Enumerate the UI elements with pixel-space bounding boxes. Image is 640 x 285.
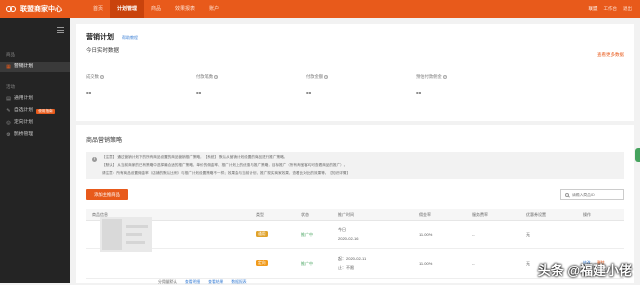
sidebar-item-general-plan[interactable]: ▤ 通用计划 (0, 94, 70, 104)
sidebar-item-marketing-plan[interactable]: ▦ 营销计划 (0, 62, 70, 72)
stat-label: 预估付款佣金 (416, 74, 442, 79)
product-thumbnail[interactable] (100, 217, 152, 252)
notice-line: 请注意：所有商品设置佣金率（店铺的默认比例）与推广计划设置策略不一样；效果会与当… (102, 171, 350, 176)
help-icon[interactable]: ? (443, 75, 447, 79)
notice-box: ! 【注意】 通过营销计划下的所有商品设置的商品营销推广策略，【系统】 默认从营… (86, 152, 624, 179)
service-rate: -- (472, 232, 475, 237)
sidebar-item-label: 自选计划 (14, 106, 33, 116)
stat-value: -- (86, 88, 104, 97)
stat-deals: 成交数? -- (86, 74, 104, 97)
sidebar-item-targeted-plan[interactable]: ◎ 定向计划 (0, 118, 70, 128)
sidebar-item-bridge-management[interactable]: ⚙ 鹊桥管理 (0, 130, 70, 140)
notice-line: 【默认】 从当前商家的已有策略中选择最合适的推广策略，单价的佣金率、推广计划上的… (102, 163, 347, 168)
realtime-title: 今日实时数据 (86, 46, 119, 54)
realtime-panel: 营销计划 帮助教程 今日实时数据 查看更多数据 成交数? -- 付款笔数? --… (76, 24, 634, 121)
doc-icon: ▤ (6, 94, 11, 104)
nav-reports[interactable]: 效果报表 (168, 0, 202, 18)
nav-home[interactable]: 首页 (86, 0, 110, 18)
product-image (102, 219, 122, 250)
column-header: 佣金率 (419, 209, 431, 221)
column-header: 状态 (301, 209, 309, 221)
sidebar-section-title: 商品 (6, 52, 15, 58)
page-title: 营销计划 (86, 32, 114, 42)
time-start: 今日 (338, 227, 346, 233)
stat-label: 付款金额 (306, 74, 323, 79)
stat-amount: 付款金额? -- (306, 74, 328, 97)
sidebar-item-custom-plan[interactable]: ✎ 自选计划 使用指南 (0, 106, 70, 116)
guide-badge[interactable]: 使用指南 (36, 109, 54, 114)
type-chip: 通用 (256, 231, 268, 237)
help-icon[interactable]: ? (324, 75, 328, 79)
nav-account[interactable]: 账户 (202, 0, 226, 18)
feedback-tab[interactable] (635, 148, 640, 162)
chart-icon: ▦ (6, 62, 11, 72)
sidebar-item-label: 营销计划 (14, 62, 33, 72)
watermark: 头条 @福建小佬 (538, 260, 632, 279)
workbench-link[interactable]: 工作台 (604, 6, 618, 12)
type-chip: 定向 (256, 260, 268, 266)
nav-plan-management[interactable]: 计划管理 (110, 0, 144, 18)
target-icon: ◎ (6, 118, 11, 128)
nav-products[interactable]: 商品 (144, 0, 168, 18)
search-input[interactable] (572, 191, 622, 199)
main-nav: 首页 计划管理 商品 效果报表 账户 (86, 0, 226, 18)
help-icon[interactable]: ? (214, 75, 218, 79)
logout-link[interactable]: 退出 (623, 6, 632, 12)
stat-value: -- (196, 88, 218, 97)
sidebar-item-label: 通用计划 (14, 94, 33, 104)
stat-value: -- (416, 88, 447, 97)
column-header: 优惠券设置 (526, 209, 546, 221)
column-header: 推广时间 (338, 209, 354, 221)
stats-row: 成交数? -- 付款笔数? -- 付款金额? -- 预估付款佣金? -- (86, 74, 526, 109)
product-title-placeholder (126, 225, 148, 228)
service-rate: -- (472, 261, 475, 266)
menu-collapse-icon[interactable] (57, 27, 64, 33)
time-end: 止：不限 (338, 265, 354, 271)
coupon-setting: 无 (526, 232, 530, 238)
sidebar-item-label: 定向计划 (14, 118, 33, 128)
help-link[interactable]: 帮助教程 (122, 35, 138, 41)
top-right-area: 联盟 工作台 退出 (589, 0, 633, 18)
commission-rate: 11.00% (419, 261, 432, 266)
stat-payments: 付款笔数? -- (196, 74, 218, 97)
product-price-placeholder (126, 241, 145, 244)
logo[interactable]: 联盟商家中心 (6, 3, 62, 15)
search-box (560, 189, 624, 200)
time-start: 起：2020-02-11 (338, 256, 366, 262)
status-text: 推广中 (301, 261, 313, 267)
column-header: 操作 (583, 209, 591, 221)
main-content: 营销计划 帮助教程 今日实时数据 查看更多数据 成交数? -- 付款笔数? --… (70, 18, 640, 283)
status-text: 推广中 (301, 232, 313, 238)
notice-line: 【注意】 通过营销计划下的所有商品设置的商品营销推广策略，【系统】 默认从营销计… (102, 155, 287, 160)
sidebar-section-title: 活动 (6, 84, 15, 90)
info-icon: ! (92, 157, 97, 162)
column-header: 类型 (256, 209, 264, 221)
help-icon[interactable]: ? (100, 75, 104, 79)
search-icon (565, 193, 569, 197)
gear-icon: ⚙ (6, 130, 11, 140)
stat-label: 成交数 (86, 74, 99, 79)
commission-rate: 11.00% (419, 232, 432, 237)
stat-value: -- (306, 88, 328, 97)
stat-commission: 预估付款佣金? -- (416, 74, 447, 97)
top-bar: 联盟商家中心 首页 计划管理 商品 效果报表 账户 联盟 工作台 退出 (0, 0, 640, 18)
logo-icon (6, 5, 17, 14)
sidebar-item-label: 鹊桥管理 (14, 130, 33, 140)
stat-label: 付款笔数 (196, 74, 213, 79)
section-title: 商品营销策略 (86, 135, 122, 144)
logo-text: 联盟商家中心 (20, 4, 62, 14)
sidebar: 商品 ▦ 营销计划 活动 ▤ 通用计划 ✎ 自选计划 使用指南 ◎ 定向计划 ⚙… (0, 18, 70, 283)
time-end: 2020-02-16 (338, 236, 358, 241)
view-more-link[interactable]: 查看更多数据 (597, 52, 624, 58)
table-header: 商品信息 类型 状态 推广时间 佣金率 服务费率 优惠券设置 操作 (86, 209, 624, 221)
column-header: 服务费率 (472, 209, 488, 221)
coupon-setting: 无 (526, 261, 530, 267)
add-product-button[interactable]: 添加主推商品 (86, 189, 128, 200)
table-row: 通用 推广中 今日 2020-02-16 11.00% -- 无 (86, 221, 624, 249)
user-name[interactable]: 联盟 (589, 6, 598, 12)
product-title-placeholder (126, 233, 142, 236)
edit-icon: ✎ (6, 106, 11, 116)
